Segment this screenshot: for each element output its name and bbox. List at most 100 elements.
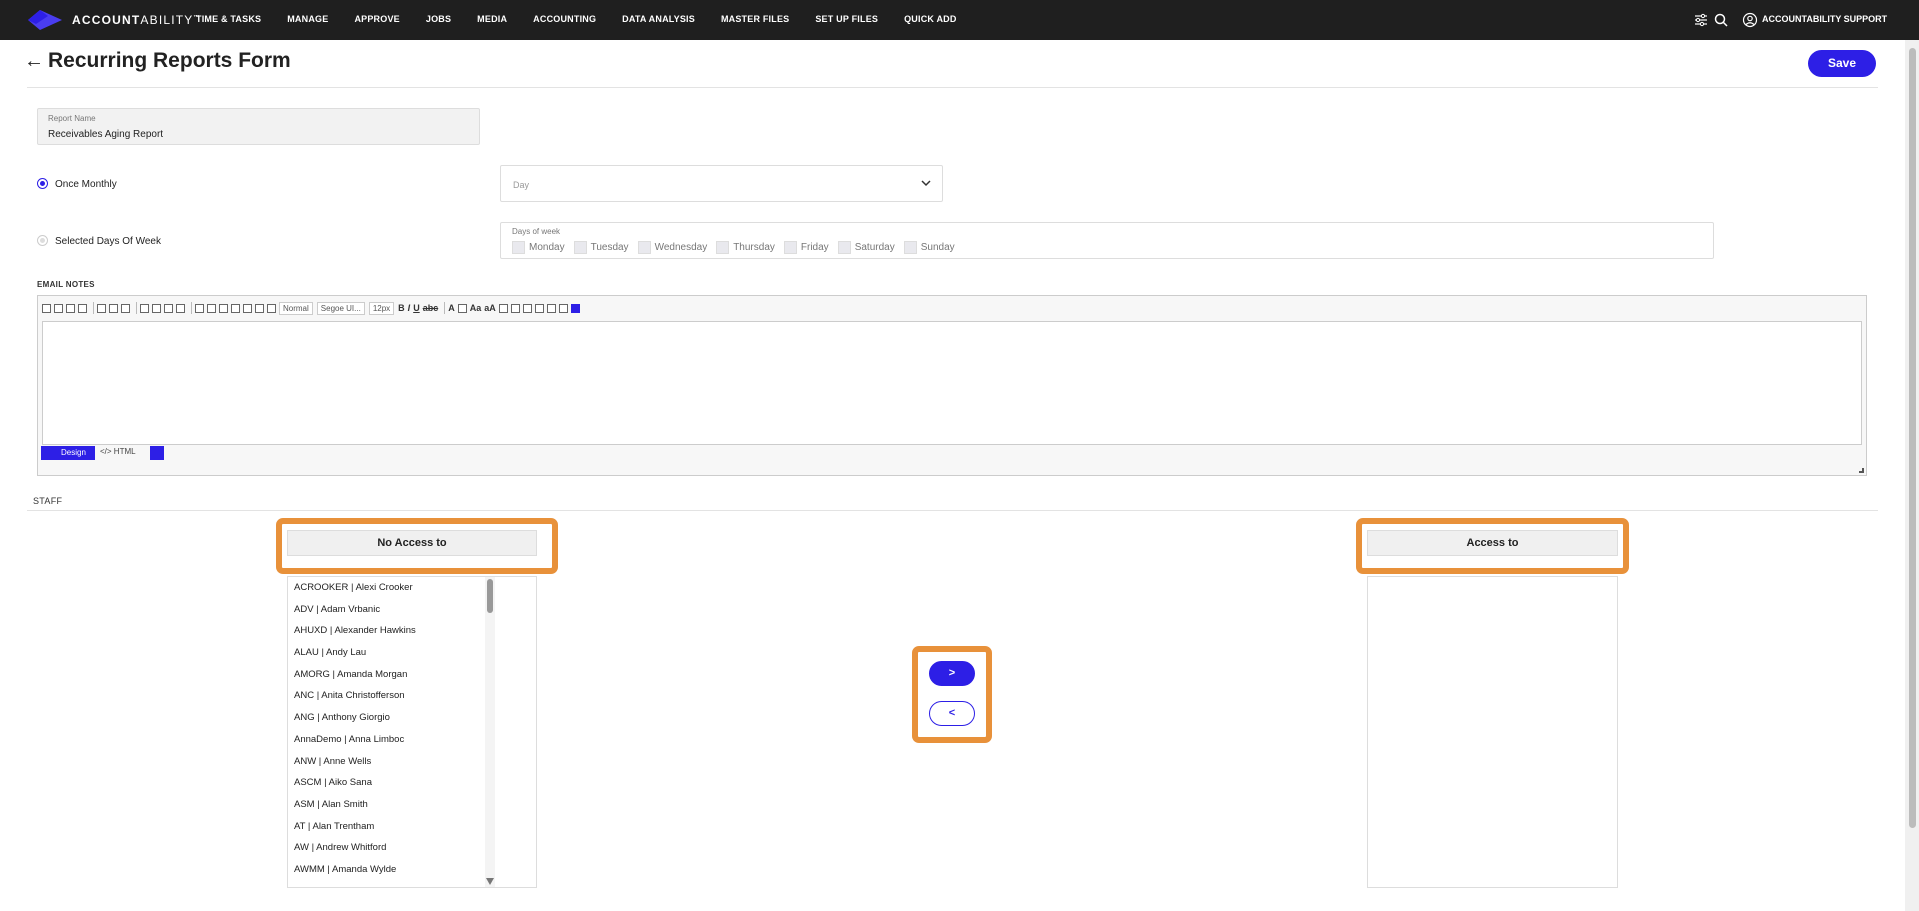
nav-item-time-tasks[interactable]: TIME & TASKS <box>196 14 261 24</box>
nav-item-approve[interactable]: APPROVE <box>354 14 399 24</box>
email-notes-label: EMAIL NOTES <box>37 280 95 289</box>
media-icon[interactable] <box>152 303 161 313</box>
logo-icon[interactable] <box>28 10 62 30</box>
page-scroll-thumb[interactable] <box>1909 48 1916 828</box>
nav-item-jobs[interactable]: JOBS <box>426 14 451 24</box>
lowercase-icon[interactable]: aA <box>484 303 496 313</box>
main-nav: TIME & TASKS MANAGE APPROVE JOBS MEDIA A… <box>196 14 983 24</box>
align-left-icon[interactable] <box>522 303 532 313</box>
no-access-scrollbar[interactable] <box>485 577 495 887</box>
day-checkbox-monday[interactable]: Monday <box>512 241 565 254</box>
back-arrow-icon[interactable]: ← <box>24 50 44 73</box>
undo-icon[interactable] <box>109 303 118 313</box>
case-icon[interactable]: Aa <box>470 303 482 313</box>
selected-days-radio[interactable] <box>37 235 48 246</box>
no-access-list[interactable]: ACROOKER | Alexi Crooker ADV | Adam Vrba… <box>287 576 537 888</box>
fullscreen-icon[interactable] <box>570 303 580 313</box>
list-item[interactable]: AHUXD | Alexander Hawkins <box>288 620 536 642</box>
sliders-icon[interactable] <box>1693 12 1709 28</box>
list-item[interactable]: ADV | Adam Vrbanic <box>288 599 536 621</box>
list-item[interactable]: AnnaDemo | Anna Limboc <box>288 729 536 751</box>
list-item[interactable]: ANW | Anne Wells <box>288 751 536 773</box>
day-checkbox-friday[interactable]: Friday <box>783 241 829 254</box>
move-right-button[interactable]: > <box>929 661 975 686</box>
font-color-icon[interactable]: A <box>448 303 455 313</box>
size-select[interactable]: 12px <box>368 301 395 315</box>
numbered-list-icon[interactable] <box>498 303 508 313</box>
scroll-down-icon[interactable] <box>486 878 494 885</box>
align-center-icon[interactable] <box>534 303 544 313</box>
italic-icon[interactable]: I <box>408 303 411 313</box>
day-checkbox-sunday[interactable]: Sunday <box>903 241 955 254</box>
redo-icon[interactable] <box>121 303 130 313</box>
selected-days-label: Selected Days Of Week <box>55 236 161 247</box>
html-tab[interactable]: </> HTML <box>100 447 136 456</box>
table-icon[interactable] <box>267 303 276 313</box>
search-icon[interactable] <box>1713 12 1729 28</box>
subscript-icon[interactable] <box>207 303 216 313</box>
special-chars-icon[interactable] <box>231 303 240 313</box>
code-icon[interactable] <box>176 303 185 313</box>
list-item[interactable]: ASCM | Aiko Sana <box>288 772 536 794</box>
day-select-placeholder: Day <box>513 180 530 190</box>
list-item[interactable]: ACROOKER | Alexi Crooker <box>288 577 536 599</box>
day-checkbox-thursday[interactable]: Thursday <box>716 241 775 254</box>
list-item[interactable]: ASM | Alan Smith <box>288 794 536 816</box>
list-item[interactable]: AMORG | Amanda Morgan <box>288 664 536 686</box>
paragraph-icon[interactable] <box>219 303 228 313</box>
preview-icon[interactable] <box>150 446 164 460</box>
design-tab[interactable]: Design <box>41 446 95 460</box>
nav-item-data-analysis[interactable]: DATA ANALYSIS <box>622 14 695 24</box>
superscript-icon[interactable] <box>195 303 204 313</box>
report-name-field[interactable]: Report Name Receivables Aging Report <box>37 108 480 145</box>
nav-item-accounting[interactable]: ACCOUNTING <box>533 14 596 24</box>
paste-icon[interactable] <box>66 303 75 313</box>
once-monthly-radio[interactable] <box>37 178 48 189</box>
align-right-icon[interactable] <box>546 303 556 313</box>
nav-item-quick-add[interactable]: QUICK ADD <box>904 14 956 24</box>
justify-icon[interactable] <box>558 303 568 313</box>
day-select[interactable]: Day <box>500 165 943 202</box>
copy-icon[interactable] <box>54 303 63 313</box>
format-select[interactable]: Normal <box>279 301 313 315</box>
paste-text-icon[interactable] <box>78 303 87 313</box>
nav-item-set-up-files[interactable]: SET UP FILES <box>815 14 878 24</box>
nav-item-master-files[interactable]: MASTER FILES <box>721 14 789 24</box>
day-checkbox-tuesday[interactable]: Tuesday <box>573 241 629 254</box>
date-icon[interactable] <box>243 303 252 313</box>
bold-icon[interactable]: B <box>398 303 405 313</box>
font-select[interactable]: Segoe UI... <box>316 301 365 315</box>
link-icon[interactable] <box>164 303 173 313</box>
list-item[interactable]: ALAU | Andy Lau <box>288 642 536 664</box>
nav-item-media[interactable]: MEDIA <box>477 14 507 24</box>
top-navbar: ACCOUNTABILITY™ TIME & TASKS MANAGE APPR… <box>0 0 1919 40</box>
nav-item-manage[interactable]: MANAGE <box>287 14 328 24</box>
access-header: Access to <box>1367 530 1618 556</box>
cut-icon[interactable] <box>42 303 51 313</box>
time-icon[interactable] <box>255 303 264 313</box>
access-list[interactable] <box>1367 576 1618 888</box>
staff-divider <box>27 510 1878 511</box>
image-icon[interactable] <box>140 303 149 313</box>
list-item[interactable]: AWMM | Amanda Wylde <box>288 859 536 881</box>
resize-handle-icon[interactable] <box>1859 468 1864 473</box>
email-notes-textarea[interactable] <box>42 321 1862 445</box>
day-checkbox-wednesday[interactable]: Wednesday <box>637 241 707 254</box>
list-item[interactable]: AT | Alan Trentham <box>288 816 536 838</box>
save-button[interactable]: Save <box>1808 50 1876 77</box>
day-checkbox-saturday[interactable]: Saturday <box>837 241 895 254</box>
user-icon[interactable] <box>1742 12 1758 28</box>
list-item[interactable]: AW | Andrew Whitford <box>288 837 536 859</box>
list-item[interactable]: ANG | Anthony Giorgio <box>288 707 536 729</box>
format-painter-icon[interactable] <box>97 303 106 313</box>
strikethrough-icon[interactable]: abc <box>423 303 439 313</box>
move-left-button[interactable]: < <box>929 701 975 726</box>
highlight-icon[interactable] <box>457 303 467 313</box>
user-menu[interactable]: ACCOUNTABILITY SUPPORT <box>1762 14 1887 24</box>
list-item[interactable]: ANC | Anita Christofferson <box>288 685 536 707</box>
report-name-value: Receivables Aging Report <box>48 129 164 140</box>
brand-name: ACCOUNTABILITY™ <box>72 13 201 27</box>
bullet-list-icon[interactable] <box>510 303 520 313</box>
underline-icon[interactable]: U <box>413 303 420 313</box>
scroll-thumb[interactable] <box>487 579 493 613</box>
